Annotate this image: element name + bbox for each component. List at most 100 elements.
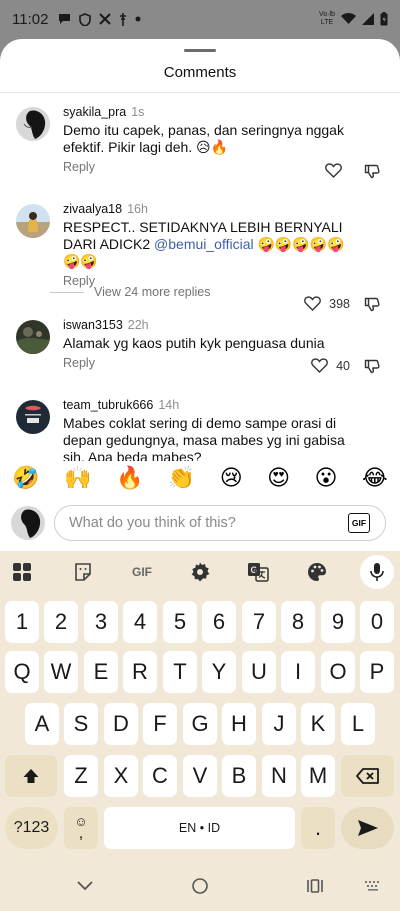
chat-icon [58, 13, 71, 25]
symbols-key[interactable]: ?123 [5, 807, 58, 849]
key-l[interactable]: L [341, 703, 375, 745]
key-7[interactable]: 7 [242, 601, 276, 643]
microphone-icon[interactable] [360, 555, 394, 589]
keyboard-toolbar: GIF G [0, 551, 400, 593]
comment-text: Demo itu capek, panas, dan seringnya ngg… [63, 122, 344, 155]
key-9[interactable]: 9 [321, 601, 355, 643]
key-h[interactable]: H [222, 703, 256, 745]
key-8[interactable]: 8 [281, 601, 315, 643]
key-d[interactable]: D [104, 703, 138, 745]
comment-header: zivaalya18 16h [63, 202, 352, 216]
status-time: 11:02 [12, 10, 49, 28]
emoji-raised-hands[interactable]: 🙌 [64, 465, 91, 491]
keyboard-switch-icon[interactable] [358, 873, 388, 899]
key-i[interactable]: I [281, 651, 315, 693]
key-k[interactable]: K [301, 703, 335, 745]
key-r[interactable]: R [123, 651, 157, 693]
gif-button[interactable]: GIF [348, 513, 370, 533]
key-w[interactable]: W [44, 651, 78, 693]
view-more-label: View 24 more replies [94, 285, 211, 299]
emoji-fire[interactable]: 🔥 [116, 465, 143, 491]
avatar[interactable] [16, 204, 50, 238]
key-5[interactable]: 5 [163, 601, 197, 643]
key-s[interactable]: S [64, 703, 98, 745]
key-0[interactable]: 0 [360, 601, 394, 643]
translate-icon[interactable]: G [241, 555, 275, 589]
view-more-replies-button[interactable]: View 24 more replies [50, 285, 211, 299]
comment-text: Alamak yg kaos putih kyk penguasa dunia [63, 335, 325, 351]
comment-text: RESPECT.. SETIDAKNYA LEBIH BERNYALI DARI… [63, 219, 352, 270]
key-c[interactable]: C [143, 755, 177, 797]
backspace-key[interactable] [341, 755, 394, 797]
key-x[interactable]: X [104, 755, 138, 797]
emoji-comma-key[interactable]: ☺ , [64, 807, 98, 849]
emoji-joy[interactable]: 😂 [362, 465, 388, 491]
key-a[interactable]: A [25, 703, 59, 745]
key-6[interactable]: 6 [202, 601, 236, 643]
settings-gear-icon[interactable] [183, 555, 217, 589]
key-y[interactable]: Y [202, 651, 236, 693]
key-1[interactable]: 1 [5, 601, 39, 643]
like-button[interactable] [325, 163, 350, 178]
emoji-rofl[interactable]: 🤣 [12, 465, 39, 491]
emoji-cry[interactable]: 😢 [220, 465, 243, 491]
recents-icon[interactable] [300, 873, 330, 899]
comment-time: 22h [127, 318, 149, 332]
theme-palette-icon[interactable] [300, 555, 334, 589]
drag-handle[interactable] [184, 49, 216, 52]
reply-button[interactable]: Reply [63, 356, 352, 370]
comment-input[interactable] [54, 505, 386, 541]
key-t[interactable]: T [163, 651, 197, 693]
emoji-heart-eyes[interactable]: 😍 [267, 465, 290, 491]
key-e[interactable]: E [84, 651, 118, 693]
like-button[interactable]: 40 [311, 358, 350, 373]
key-3[interactable]: 3 [84, 601, 118, 643]
shift-key[interactable] [5, 755, 57, 797]
comma-label: , [78, 825, 84, 842]
key-z[interactable]: Z [64, 755, 98, 797]
key-p[interactable]: P [360, 651, 394, 693]
heart-icon [311, 358, 328, 373]
home-circle-icon[interactable] [185, 873, 215, 899]
key-j[interactable]: J [262, 703, 296, 745]
reply-button[interactable]: Reply [63, 160, 352, 174]
emoji-clap[interactable]: 👏 [168, 465, 195, 491]
my-avatar [11, 506, 45, 540]
avatar[interactable] [16, 107, 50, 141]
key-f[interactable]: F [143, 703, 177, 745]
comment-username[interactable]: team_tubruk666 [63, 398, 153, 412]
comment-username[interactable]: syakila_pra [63, 105, 126, 119]
mention-link[interactable]: @bemui_official [154, 236, 254, 252]
hide-keyboard-chevron-icon[interactable] [70, 873, 100, 899]
apps-grid-icon[interactable] [5, 555, 39, 589]
key-v[interactable]: V [183, 755, 217, 797]
key-m[interactable]: M [301, 755, 335, 797]
key-4[interactable]: 4 [123, 601, 157, 643]
comment-username[interactable]: iswan3153 [63, 318, 123, 332]
dislike-button[interactable] [364, 358, 380, 379]
key-n[interactable]: N [262, 755, 296, 797]
emoji-wow[interactable]: 😮 [315, 465, 338, 491]
avatar[interactable] [16, 320, 50, 354]
key-q[interactable]: Q [5, 651, 39, 693]
dislike-button[interactable] [364, 296, 380, 317]
key-u[interactable]: U [242, 651, 276, 693]
key-b[interactable]: B [222, 755, 256, 797]
key-2[interactable]: 2 [44, 601, 78, 643]
send-arrow-icon [357, 820, 378, 836]
network-label: Vo·lb LTE [319, 11, 335, 27]
dislike-button[interactable] [364, 163, 380, 184]
space-key[interactable]: EN • ID [104, 807, 295, 849]
like-button[interactable]: 398 [304, 296, 350, 311]
divider [0, 92, 400, 93]
avatar[interactable] [16, 400, 50, 434]
send-key[interactable] [341, 807, 394, 849]
shift-arrow-icon [23, 769, 39, 783]
key-g[interactable]: G [183, 703, 217, 745]
status-bar: 11:02 Vo·lb LTE [0, 0, 400, 38]
comment-username[interactable]: zivaalya18 [63, 202, 122, 216]
key-o[interactable]: O [321, 651, 355, 693]
period-key[interactable]: . [301, 807, 335, 849]
gif-tab[interactable]: GIF [124, 555, 160, 589]
sticker-icon[interactable] [66, 555, 100, 589]
